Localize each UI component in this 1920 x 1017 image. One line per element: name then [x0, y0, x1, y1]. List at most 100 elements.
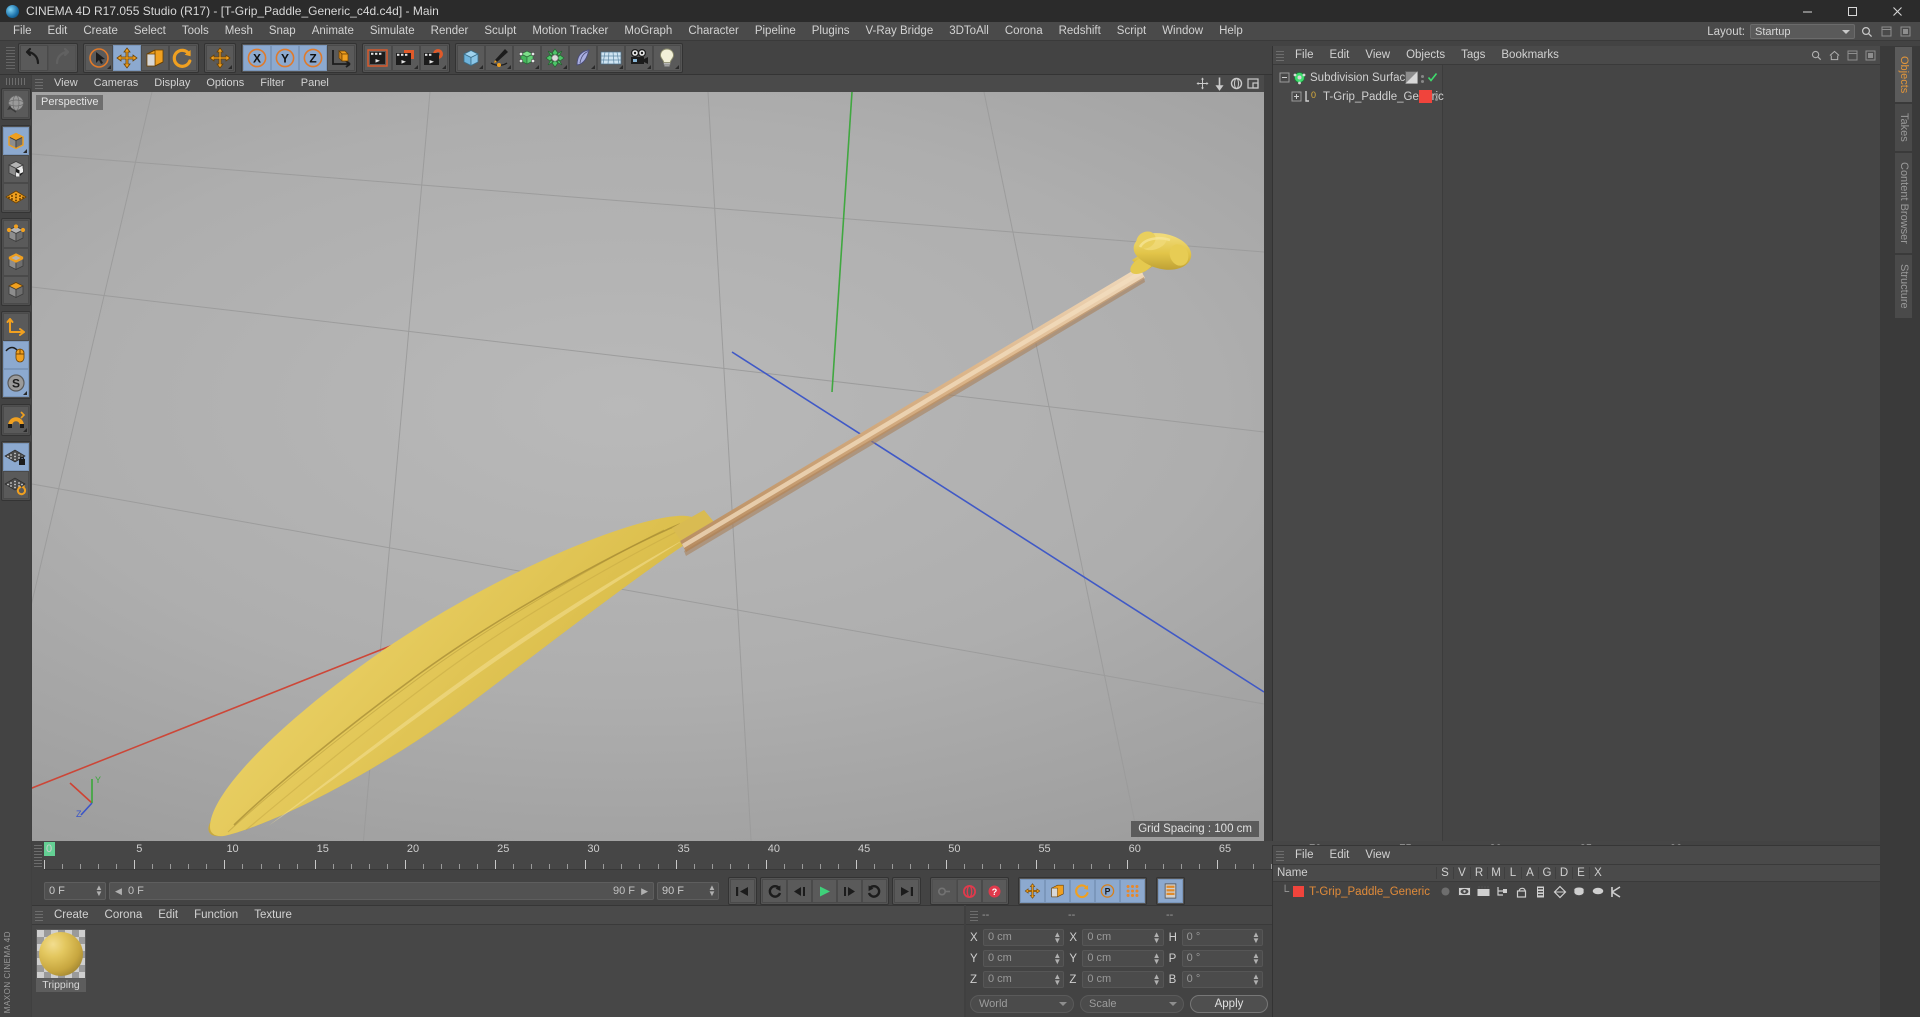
- menu-pipeline[interactable]: Pipeline: [747, 22, 804, 41]
- workplane-lock-button[interactable]: [2, 443, 29, 471]
- menu-render[interactable]: Render: [423, 22, 477, 41]
- column-l[interactable]: L: [1504, 867, 1521, 879]
- object-row-subdivision-surface[interactable]: Subdivision Surface: [1273, 68, 1442, 87]
- vtab-objects[interactable]: Objects: [1894, 46, 1913, 104]
- minimize-panel-icon[interactable]: [1879, 25, 1893, 39]
- spinner-icon[interactable]: ▲▼: [1153, 973, 1161, 987]
- home-icon[interactable]: [1827, 48, 1841, 62]
- lock-y-button[interactable]: Y: [271, 44, 299, 71]
- spinner-icon[interactable]: ▲▼: [1053, 973, 1061, 987]
- pan-icon[interactable]: [1195, 76, 1209, 90]
- expand-panel-icon[interactable]: [1898, 25, 1912, 39]
- render-icon[interactable]: [1474, 886, 1493, 897]
- spinner-icon[interactable]: ▲▼: [95, 884, 103, 898]
- column-r[interactable]: R: [1470, 867, 1487, 879]
- rotate-tool-button[interactable]: [169, 44, 197, 71]
- viewport-menu-panel[interactable]: Panel: [293, 75, 337, 92]
- range-left-arrow-icon[interactable]: ◀: [115, 886, 122, 897]
- left-toolbar-grip[interactable]: [5, 78, 26, 85]
- deformer-icon[interactable]: [1569, 886, 1588, 898]
- toolbar-grip[interactable]: [6, 44, 15, 71]
- mm-menu-texture[interactable]: Texture: [246, 906, 300, 925]
- go-to-end-button[interactable]: [894, 879, 919, 903]
- add-generator-button[interactable]: [513, 44, 541, 71]
- coord-input-pos-x[interactable]: 0 cm ▲ ▼: [983, 929, 1065, 946]
- add-floor-button[interactable]: [597, 44, 625, 71]
- spinner-icon[interactable]: ▲▼: [1053, 952, 1061, 966]
- visible-icon[interactable]: [1455, 886, 1474, 897]
- expand-toggle-icon[interactable]: [1279, 72, 1290, 83]
- coord-input-size-y[interactable]: 0 cm ▲ ▼: [1082, 950, 1164, 967]
- menu-character[interactable]: Character: [680, 22, 747, 41]
- apply-button[interactable]: Apply: [1190, 995, 1268, 1013]
- coord-input-size-x[interactable]: 0 cm ▲ ▼: [1082, 929, 1164, 946]
- play-forward-loop-button[interactable]: [862, 879, 887, 903]
- perspective-viewport[interactable]: Perspective Grid Spacing : 100 cm Y Z: [32, 92, 1264, 841]
- om-menu-objects[interactable]: Objects: [1398, 46, 1453, 65]
- column-g[interactable]: G: [1538, 867, 1555, 879]
- coordinates-grip[interactable]: [970, 909, 978, 921]
- timeline-grip[interactable]: [34, 845, 42, 867]
- redo-button[interactable]: [48, 44, 76, 71]
- render-view-button[interactable]: [364, 44, 392, 71]
- object-manager-grip[interactable]: [1276, 49, 1284, 61]
- lock-z-button[interactable]: Z: [299, 44, 327, 71]
- menu-select[interactable]: Select: [126, 22, 174, 41]
- workplane-button[interactable]: [2, 183, 29, 211]
- preview-range-slider[interactable]: ◀ 0 F 90 F ▶: [109, 882, 654, 900]
- timeline-view-button[interactable]: [1158, 879, 1183, 903]
- coordinate-mode-dropdown[interactable]: Scale: [1080, 995, 1184, 1013]
- axis-modify-button[interactable]: [2, 313, 29, 341]
- coord-input-size-z[interactable]: 0 cm ▲ ▼: [1082, 971, 1164, 988]
- menu-redshift[interactable]: Redshift: [1051, 22, 1109, 41]
- end-frame-field[interactable]: 90 F ▲ ▼: [657, 882, 719, 900]
- scale-tool-button[interactable]: [141, 44, 169, 71]
- om-menu-bookmarks[interactable]: Bookmarks: [1493, 46, 1567, 65]
- menu-tools[interactable]: Tools: [174, 22, 217, 41]
- menu-help[interactable]: Help: [1211, 22, 1251, 41]
- menu-file[interactable]: File: [5, 22, 40, 41]
- edges-mode-button[interactable]: [2, 248, 29, 276]
- position-key-button[interactable]: [1020, 879, 1045, 903]
- add-spline-button[interactable]: [485, 44, 513, 71]
- maximize-viewport-icon[interactable]: [1246, 76, 1260, 90]
- coord-input-rot-p[interactable]: 0 ° ▲ ▼: [1181, 950, 1263, 967]
- soft-selection-button[interactable]: S: [2, 369, 29, 397]
- viewport-menu-filter[interactable]: Filter: [252, 75, 292, 92]
- am-menu-file[interactable]: File: [1287, 846, 1322, 865]
- menu-vray-bridge[interactable]: V-Ray Bridge: [857, 22, 941, 41]
- spinner-icon[interactable]: ▲▼: [1252, 952, 1260, 966]
- parameter-key-button[interactable]: P: [1095, 879, 1120, 903]
- snap-button[interactable]: [2, 406, 29, 434]
- visibility-dots[interactable]: [1435, 92, 1438, 101]
- spinner-icon[interactable]: ▲▼: [1153, 952, 1161, 966]
- menu-create[interactable]: Create: [75, 22, 126, 41]
- attribute-manager-grip[interactable]: [1276, 849, 1284, 861]
- next-frame-button[interactable]: [837, 879, 862, 903]
- spinner-icon[interactable]: ▲▼: [1252, 931, 1260, 945]
- coord-input-rot-b[interactable]: 0 ° ▲ ▼: [1181, 971, 1263, 988]
- expression-icon[interactable]: [1588, 887, 1607, 897]
- render-region-button[interactable]: [392, 44, 420, 71]
- texture-mode-button[interactable]: [2, 155, 29, 183]
- add-scene-button[interactable]: [569, 44, 597, 71]
- spinner-icon[interactable]: ▲▼: [1053, 931, 1061, 945]
- om-menu-edit[interactable]: Edit: [1322, 46, 1358, 65]
- spinner-icon[interactable]: ▲▼: [1153, 931, 1161, 945]
- close-button[interactable]: [1875, 0, 1920, 22]
- animate-icon[interactable]: [1531, 886, 1550, 898]
- am-menu-view[interactable]: View: [1357, 846, 1398, 865]
- record-active-objects-button[interactable]: [932, 879, 957, 903]
- move-alt-button[interactable]: [206, 44, 234, 71]
- generator-icon[interactable]: [1550, 885, 1569, 898]
- column-s[interactable]: S: [1436, 867, 1453, 879]
- coord-input-pos-z[interactable]: 0 cm ▲ ▼: [983, 971, 1065, 988]
- menu-plugins[interactable]: Plugins: [804, 22, 858, 41]
- expand-toggle-icon[interactable]: [1291, 91, 1302, 102]
- viewport-menu-view[interactable]: View: [46, 75, 86, 92]
- rotation-key-button[interactable]: [1070, 879, 1095, 903]
- viewport-solo-button[interactable]: [2, 341, 29, 369]
- scale-key-button[interactable]: [1045, 879, 1070, 903]
- go-to-start-button[interactable]: [730, 879, 755, 903]
- om-menu-file[interactable]: File: [1287, 46, 1322, 65]
